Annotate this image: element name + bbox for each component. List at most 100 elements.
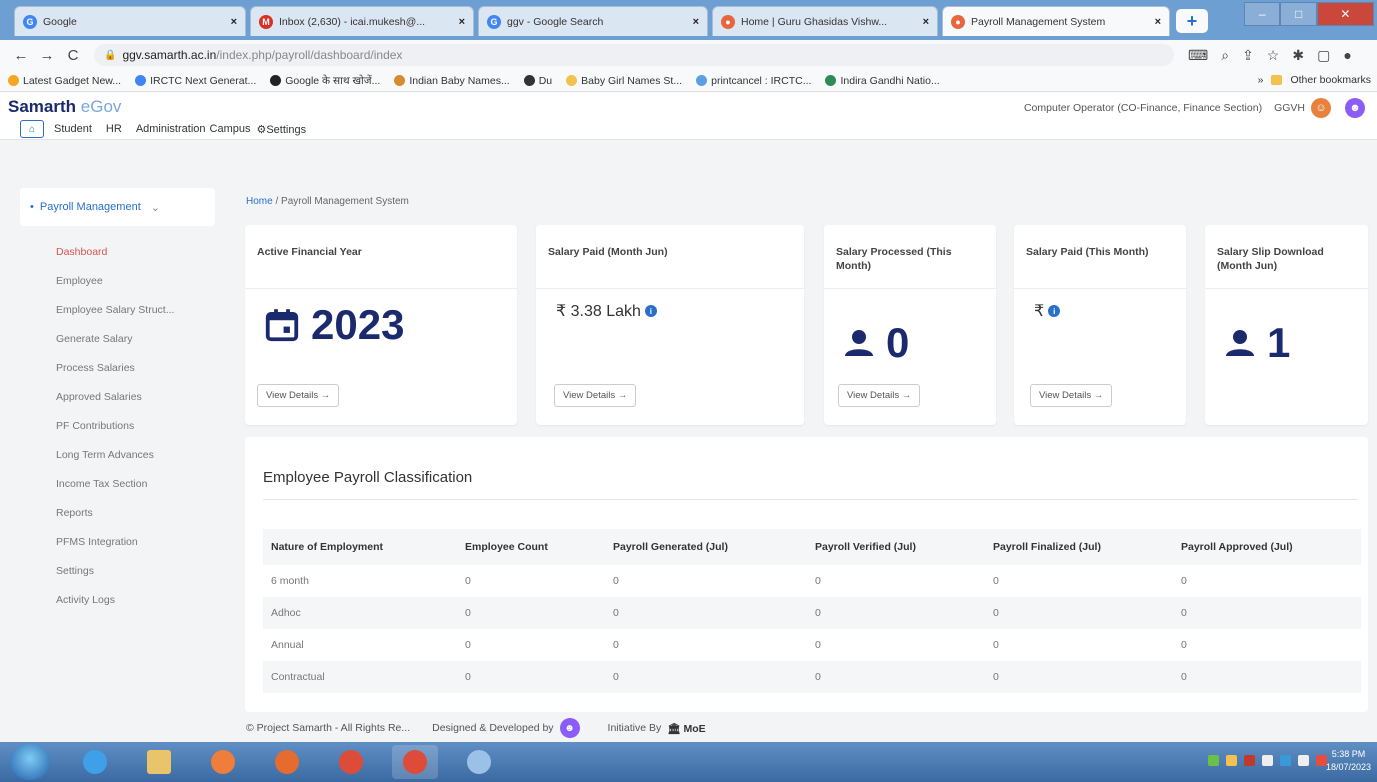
url-input[interactable]: 🔒 ggv.samarth.ac.in/index.php/payroll/da… [94,44,1174,66]
browser-tab[interactable]: M Inbox (2,630) - icai.mukesh@... × [250,6,474,36]
bookmark-item[interactable]: Latest Gadget New... [8,75,121,87]
classification-table: Nature of Employment Employee Count Payr… [263,529,1361,693]
profile-avatar[interactable]: ☻ [1345,98,1365,118]
sidebar-item-pf-contributions[interactable]: PF Contributions [56,412,215,441]
start-button[interactable] [10,744,50,780]
google-icon [135,75,147,86]
sidebar-item-activity-logs[interactable]: Activity Logs [56,586,215,615]
sidebar-item-approved-salaries[interactable]: Approved Salaries [56,383,215,412]
chevron-right-icon[interactable]: » [1258,74,1264,86]
bookmark-item[interactable]: IRCTC Next Generat... [135,75,256,87]
info-icon[interactable]: i [644,305,657,317]
sidebar-item-reports[interactable]: Reports [56,499,215,528]
sidebar-header[interactable]: • Payroll Management ⌄ [20,188,215,226]
top-nav: ⌂ Student HR Administration Campus ⚙Sett… [20,120,320,138]
nav-campus[interactable]: Campus [210,123,251,135]
view-details-button[interactable]: View Details → [1030,384,1113,407]
forward-icon[interactable]: → [36,47,58,64]
share-icon[interactable]: ⇪ [1242,47,1254,64]
nav-hr[interactable]: HR [106,123,122,135]
tray-icon[interactable] [1244,755,1255,766]
tray-icon[interactable] [1262,755,1273,766]
zoom-icon[interactable]: ⌕ [1221,47,1229,64]
lock-icon: 🔒 [104,49,117,61]
volume-icon[interactable] [1298,755,1309,766]
info-icon[interactable]: i [1048,305,1061,317]
bookmark-item[interactable]: Indian Baby Names... [394,75,510,87]
close-tab-icon[interactable]: × [459,16,465,28]
user-icon [845,330,873,356]
divider [263,499,1358,500]
moe-logo[interactable]: 🏛 MoE [667,722,705,735]
bookmark-item[interactable]: Google के साथ खोजें... [270,74,380,88]
sidebar-item-long-term-advances[interactable]: Long Term Advances [56,441,215,470]
browser-tab-active[interactable]: ● Payroll Management System × [942,6,1170,36]
card-salary-paid-this-month: Salary Paid (This Month) ₹ i View Detail… [1014,225,1186,425]
media-icon[interactable] [200,745,246,779]
tray-icon[interactable] [1226,755,1237,766]
browser-tab[interactable]: G Google × [14,6,246,36]
developer-logo[interactable]: ☻ [559,718,580,738]
sidebar-item-generate-salary[interactable]: Generate Salary [56,325,215,354]
view-details-button[interactable]: View Details → [554,384,637,407]
sidebar-item-pfms[interactable]: PFMS Integration [56,528,215,557]
close-tab-icon[interactable]: × [693,16,699,28]
firefox-icon[interactable] [264,745,310,779]
salary-slip-value: 1 [1267,319,1291,366]
extensions-icon[interactable]: ✱ [1292,47,1304,64]
system-clock[interactable]: 5:38 PM 18/07/2023 [1326,748,1371,774]
nav-student[interactable]: Student [54,123,92,135]
bookmark-item[interactable]: printcancel : IRCTC... [696,75,811,87]
reload-icon[interactable]: C [62,47,84,64]
tray-icon[interactable] [1280,755,1291,766]
card-financial-year: Active Financial Year 2023 View Details … [245,225,517,425]
network-icon[interactable] [1208,755,1219,766]
view-details-button[interactable]: View Details → [838,384,921,407]
avatar[interactable]: ☺ [1311,98,1331,118]
google-icon: G [23,14,37,29]
maximize-button[interactable]: □ [1280,2,1317,26]
bookmark-item[interactable]: Baby Girl Names St... [566,75,682,87]
footer-rights: © Project Samarth - All Rights Re... [246,722,411,734]
bookmark-item[interactable]: Indira Gandhi Natio... [825,75,940,87]
column-header: Nature of Employment [263,529,457,565]
system-tray [1208,755,1327,766]
bookmark-icon [566,75,578,86]
footer-initiative: Initiative By [607,722,662,734]
close-window-button[interactable]: ✕ [1316,2,1374,26]
breadcrumb-home[interactable]: Home [246,196,273,207]
ie-icon[interactable] [72,745,118,779]
nav-administration[interactable]: Administration [136,123,206,135]
user-name[interactable]: GGVH [1274,102,1305,114]
minimize-button[interactable]: – [1244,2,1281,26]
close-tab-icon[interactable]: × [1155,16,1161,28]
column-header: Payroll Generated (Jul) [605,529,807,565]
profile-icon[interactable]: ● [1343,47,1351,64]
translate-icon[interactable]: ⌨ [1188,47,1208,64]
sidebar-item-dashboard[interactable]: Dashboard [56,238,215,267]
bookmark-star-icon[interactable]: ☆ [1267,47,1280,64]
sidebar-item-income-tax[interactable]: Income Tax Section [56,470,215,499]
view-details-button[interactable]: View Details → [257,384,340,407]
sidebar-item-employee[interactable]: Employee [56,267,215,296]
bookmark-item[interactable]: Du [523,75,552,87]
sidebar-item-salary-structure[interactable]: Employee Salary Struct... [56,296,215,325]
browser-tab[interactable]: G ggv - Google Search × [478,6,708,36]
user-role[interactable]: Computer Operator (CO-Finance, Finance S… [1024,102,1262,114]
close-tab-icon[interactable]: × [231,16,237,28]
sidepanel-icon[interactable]: ▢ [1317,47,1330,64]
nav-settings[interactable]: ⚙Settings [256,123,306,136]
chrome-icon[interactable] [328,745,374,779]
paint-icon[interactable] [456,745,502,779]
brand-logo[interactable]: Samarth eGov [8,97,121,117]
sidebar-item-settings[interactable]: Settings [56,557,215,586]
chrome-active-icon[interactable] [392,745,438,779]
home-icon[interactable]: ⌂ [20,120,44,138]
new-tab-button[interactable]: + [1176,9,1208,33]
browser-tab[interactable]: ● Home | Guru Ghasidas Vishw... × [712,6,938,36]
back-icon[interactable]: ← [10,47,32,64]
close-tab-icon[interactable]: × [923,16,929,28]
other-bookmarks[interactable]: » Other bookmarks [1258,74,1371,86]
sidebar-item-process-salaries[interactable]: Process Salaries [56,354,215,383]
explorer-icon[interactable] [136,745,182,779]
